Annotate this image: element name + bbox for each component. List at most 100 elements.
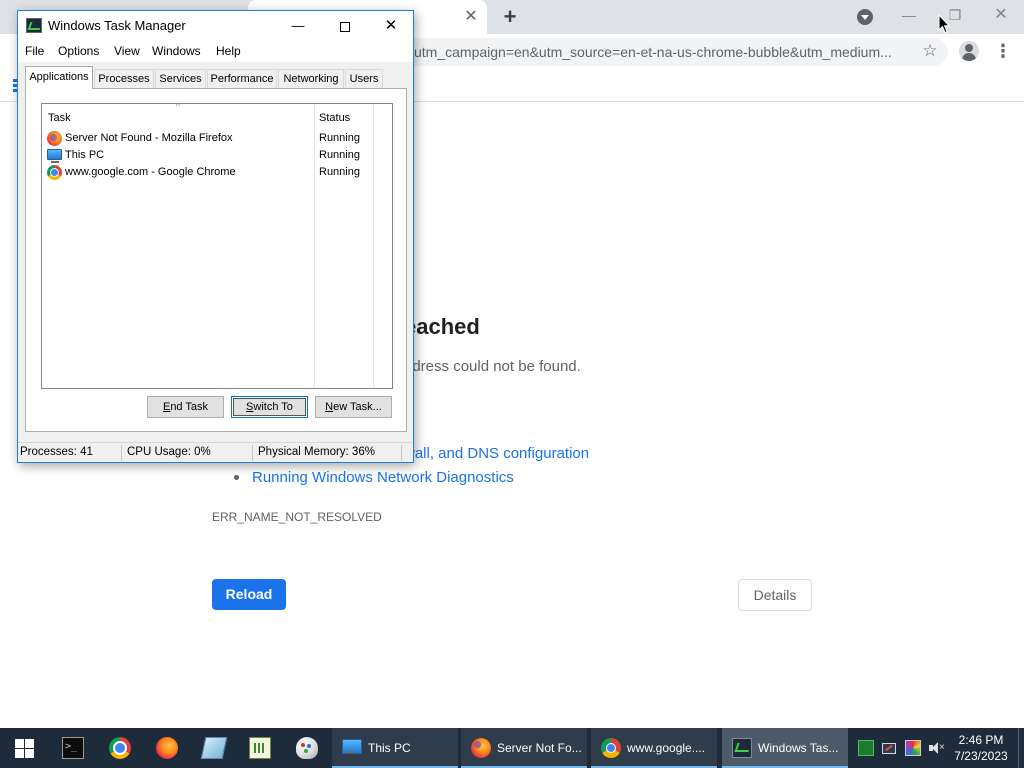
- mute-indicator: ×: [939, 742, 945, 753]
- task-status: Running: [319, 132, 360, 144]
- status-processes: Processes: 41: [20, 446, 93, 458]
- taskbar-notepad[interactable]: [191, 728, 237, 768]
- chrome-icon: [47, 165, 62, 180]
- error-code: ERR_NAME_NOT_RESOLVED: [212, 510, 382, 524]
- list-item[interactable]: Server Not Found - Mozilla Firefox Runni…: [46, 130, 390, 147]
- reload-button[interactable]: Reload: [212, 579, 286, 610]
- task-status: Running: [319, 166, 360, 178]
- task-label: www.google....: [627, 741, 706, 755]
- taskbar-task-chrome[interactable]: www.google....: [591, 728, 717, 768]
- this-pc-icon: [342, 739, 362, 754]
- task-name: www.google.com - Google Chrome: [65, 166, 236, 178]
- switch-to-button[interactable]: Switch To: [231, 396, 308, 418]
- minimize-button[interactable]: —: [275, 11, 321, 41]
- tab-processes[interactable]: Processes: [94, 69, 154, 88]
- show-desktop-button[interactable]: [1018, 728, 1024, 768]
- error-subtext: ddress could not be found.: [404, 358, 581, 375]
- task-name: This PC: [65, 149, 105, 161]
- check-firewall-link[interactable]: wall, and DNS configuration: [404, 443, 589, 465]
- clock-date[interactable]: 7/23/2023: [950, 748, 1012, 764]
- status-cpu-usage: CPU Usage: 0%: [127, 446, 211, 458]
- menu-windows[interactable]: Windows: [152, 41, 201, 62]
- chrome-close-button[interactable]: ✕: [978, 0, 1024, 30]
- menu-bar: File Options View Windows Help: [18, 41, 413, 62]
- list-bullet: [234, 475, 239, 480]
- list-item[interactable]: www.google.com - Google Chrome Running: [46, 164, 390, 181]
- chrome-minimize-button[interactable]: —: [886, 0, 932, 30]
- end-task-button[interactable]: End Task: [147, 396, 224, 418]
- column-header-task[interactable]: Task: [48, 110, 71, 126]
- notepad-icon: [200, 737, 228, 759]
- address-bar-url[interactable]: utm_campaign=en&utm_source=en-et-na-us-c…: [414, 43, 914, 61]
- task-label: Windows Tas...: [758, 741, 839, 755]
- paint-icon: [296, 737, 318, 759]
- status-divider: [252, 445, 253, 461]
- close-button[interactable]: ✕: [368, 11, 414, 41]
- network-diagnostics-link[interactable]: Running Windows Network Diagnostics: [252, 467, 514, 489]
- command-prompt-icon: [62, 737, 84, 759]
- button-label: nd Task: [170, 401, 209, 413]
- status-divider: [121, 445, 122, 461]
- menu-help[interactable]: Help: [216, 41, 241, 62]
- chrome-menu-icon[interactable]: ⋮: [994, 41, 1012, 61]
- sort-indicator-icon: ^: [175, 101, 181, 111]
- tab-close-icon[interactable]: ✕: [462, 7, 480, 27]
- taskbar-task-this-pc[interactable]: This PC: [332, 728, 458, 768]
- chrome-icon: [601, 738, 621, 758]
- tab-users[interactable]: Users: [345, 69, 383, 88]
- task-label: Server Not Fo...: [497, 741, 582, 755]
- tray-app-icon[interactable]: [858, 740, 874, 756]
- bookmark-star-icon[interactable]: ☆: [920, 41, 940, 61]
- status-divider: [401, 445, 402, 461]
- task-manager-window: Windows Task Manager — ✕ File Options Vi…: [17, 10, 414, 463]
- network-icon[interactable]: [881, 740, 897, 756]
- chrome-icon: [109, 737, 131, 759]
- spreadsheet-icon: [249, 737, 271, 759]
- error-heading: eached: [404, 314, 480, 339]
- firefox-icon: [47, 131, 62, 146]
- menu-view[interactable]: View: [114, 41, 140, 62]
- menu-options[interactable]: Options: [58, 41, 99, 62]
- taskbar-firefox[interactable]: [144, 728, 190, 768]
- taskbar-task-firefox[interactable]: Server Not Fo...: [461, 728, 587, 768]
- button-label: ew Task...: [333, 401, 382, 413]
- profile-avatar-icon[interactable]: [959, 41, 979, 61]
- firefox-icon: [156, 737, 178, 759]
- task-label: This PC: [368, 741, 411, 755]
- mnemonic: N: [325, 401, 334, 413]
- new-tab-button[interactable]: +: [499, 4, 521, 30]
- maximize-icon: [340, 21, 350, 32]
- task-name: Server Not Found - Mozilla Firefox: [65, 132, 233, 144]
- task-manager-titlebar[interactable]: Windows Task Manager — ✕: [18, 11, 413, 41]
- tab-networking[interactable]: Networking: [278, 69, 344, 88]
- taskbar-paint[interactable]: [284, 728, 330, 768]
- tab-performance[interactable]: Performance: [207, 69, 277, 88]
- taskbar-task-task-manager[interactable]: Windows Tas...: [722, 728, 848, 768]
- clock-time[interactable]: 2:46 PM: [950, 732, 1012, 748]
- color-picker-icon[interactable]: [905, 740, 921, 756]
- new-task-button[interactable]: New Task...: [315, 396, 392, 418]
- task-manager-icon: [26, 18, 42, 33]
- task-status: Running: [319, 149, 360, 161]
- mouse-cursor-icon: [938, 14, 950, 34]
- taskbar: This PC Server Not Fo... www.google.... …: [0, 728, 1024, 768]
- tab-applications[interactable]: Applications: [25, 66, 93, 89]
- firefox-icon: [471, 738, 491, 758]
- applications-list[interactable]: ^ Task Status Server Not Found - Mozilla…: [41, 101, 393, 389]
- maximize-button[interactable]: [322, 11, 368, 41]
- list-item[interactable]: This PC Running: [46, 147, 390, 164]
- start-button[interactable]: [0, 728, 48, 768]
- status-bar: Processes: 41 CPU Usage: 0% Physical Mem…: [18, 442, 413, 462]
- details-button[interactable]: Details: [738, 579, 812, 611]
- window-title: Windows Task Manager: [48, 18, 186, 33]
- this-pc-icon: [47, 149, 62, 163]
- column-header-status[interactable]: Status: [319, 110, 350, 126]
- windows-logo-icon: [15, 739, 34, 758]
- tab-services[interactable]: Services: [155, 69, 206, 88]
- button-label: witch To: [253, 401, 293, 413]
- taskbar-chrome[interactable]: [97, 728, 143, 768]
- tab-search-icon[interactable]: [857, 9, 873, 25]
- taskbar-spreadsheet[interactable]: [237, 728, 283, 768]
- taskbar-command-prompt[interactable]: [50, 728, 96, 768]
- menu-file[interactable]: File: [25, 41, 44, 62]
